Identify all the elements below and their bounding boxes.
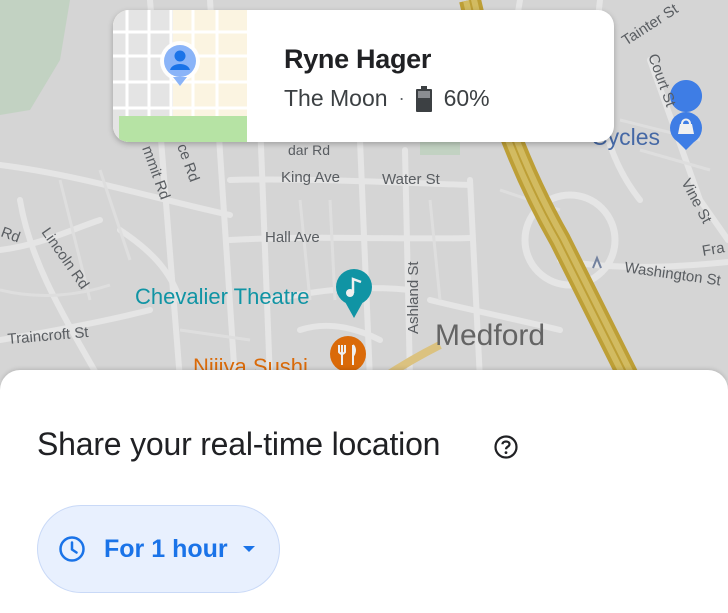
duration-label: For 1 hour: [104, 534, 228, 563]
map-label-medford: Medford: [435, 319, 545, 352]
map-label-cedar: dar Rd: [288, 142, 330, 158]
map-label-hall: Hall Ave: [265, 229, 320, 246]
help-icon[interactable]: [493, 434, 519, 460]
dropdown-arrow-icon: [242, 546, 255, 552]
contact-name: Ryne Hager: [284, 44, 432, 74]
duration-dropdown-button[interactable]: For 1 hour: [37, 505, 280, 593]
clock-icon: [59, 536, 85, 562]
separator-dot: ·: [398, 88, 405, 108]
map-label-king: King Ave: [281, 169, 340, 186]
restaurant-poi-icon: [330, 336, 366, 372]
battery-level: 60%: [443, 85, 490, 111]
map-label-water: Water St: [382, 171, 441, 188]
contact-location: The Moon: [284, 85, 388, 111]
contact-status: The Moon · 60%: [284, 85, 490, 112]
contact-map-thumbnail: [113, 10, 247, 142]
map-label-ashland: Ashland St: [405, 261, 422, 334]
contact-card[interactable]: Ryne Hager The Moon · 60%: [113, 10, 614, 142]
battery-icon: [415, 85, 432, 112]
sheet-title: Share your real-time location: [37, 426, 441, 462]
map-label-chevalier: Chevalier Theatre: [135, 284, 309, 309]
